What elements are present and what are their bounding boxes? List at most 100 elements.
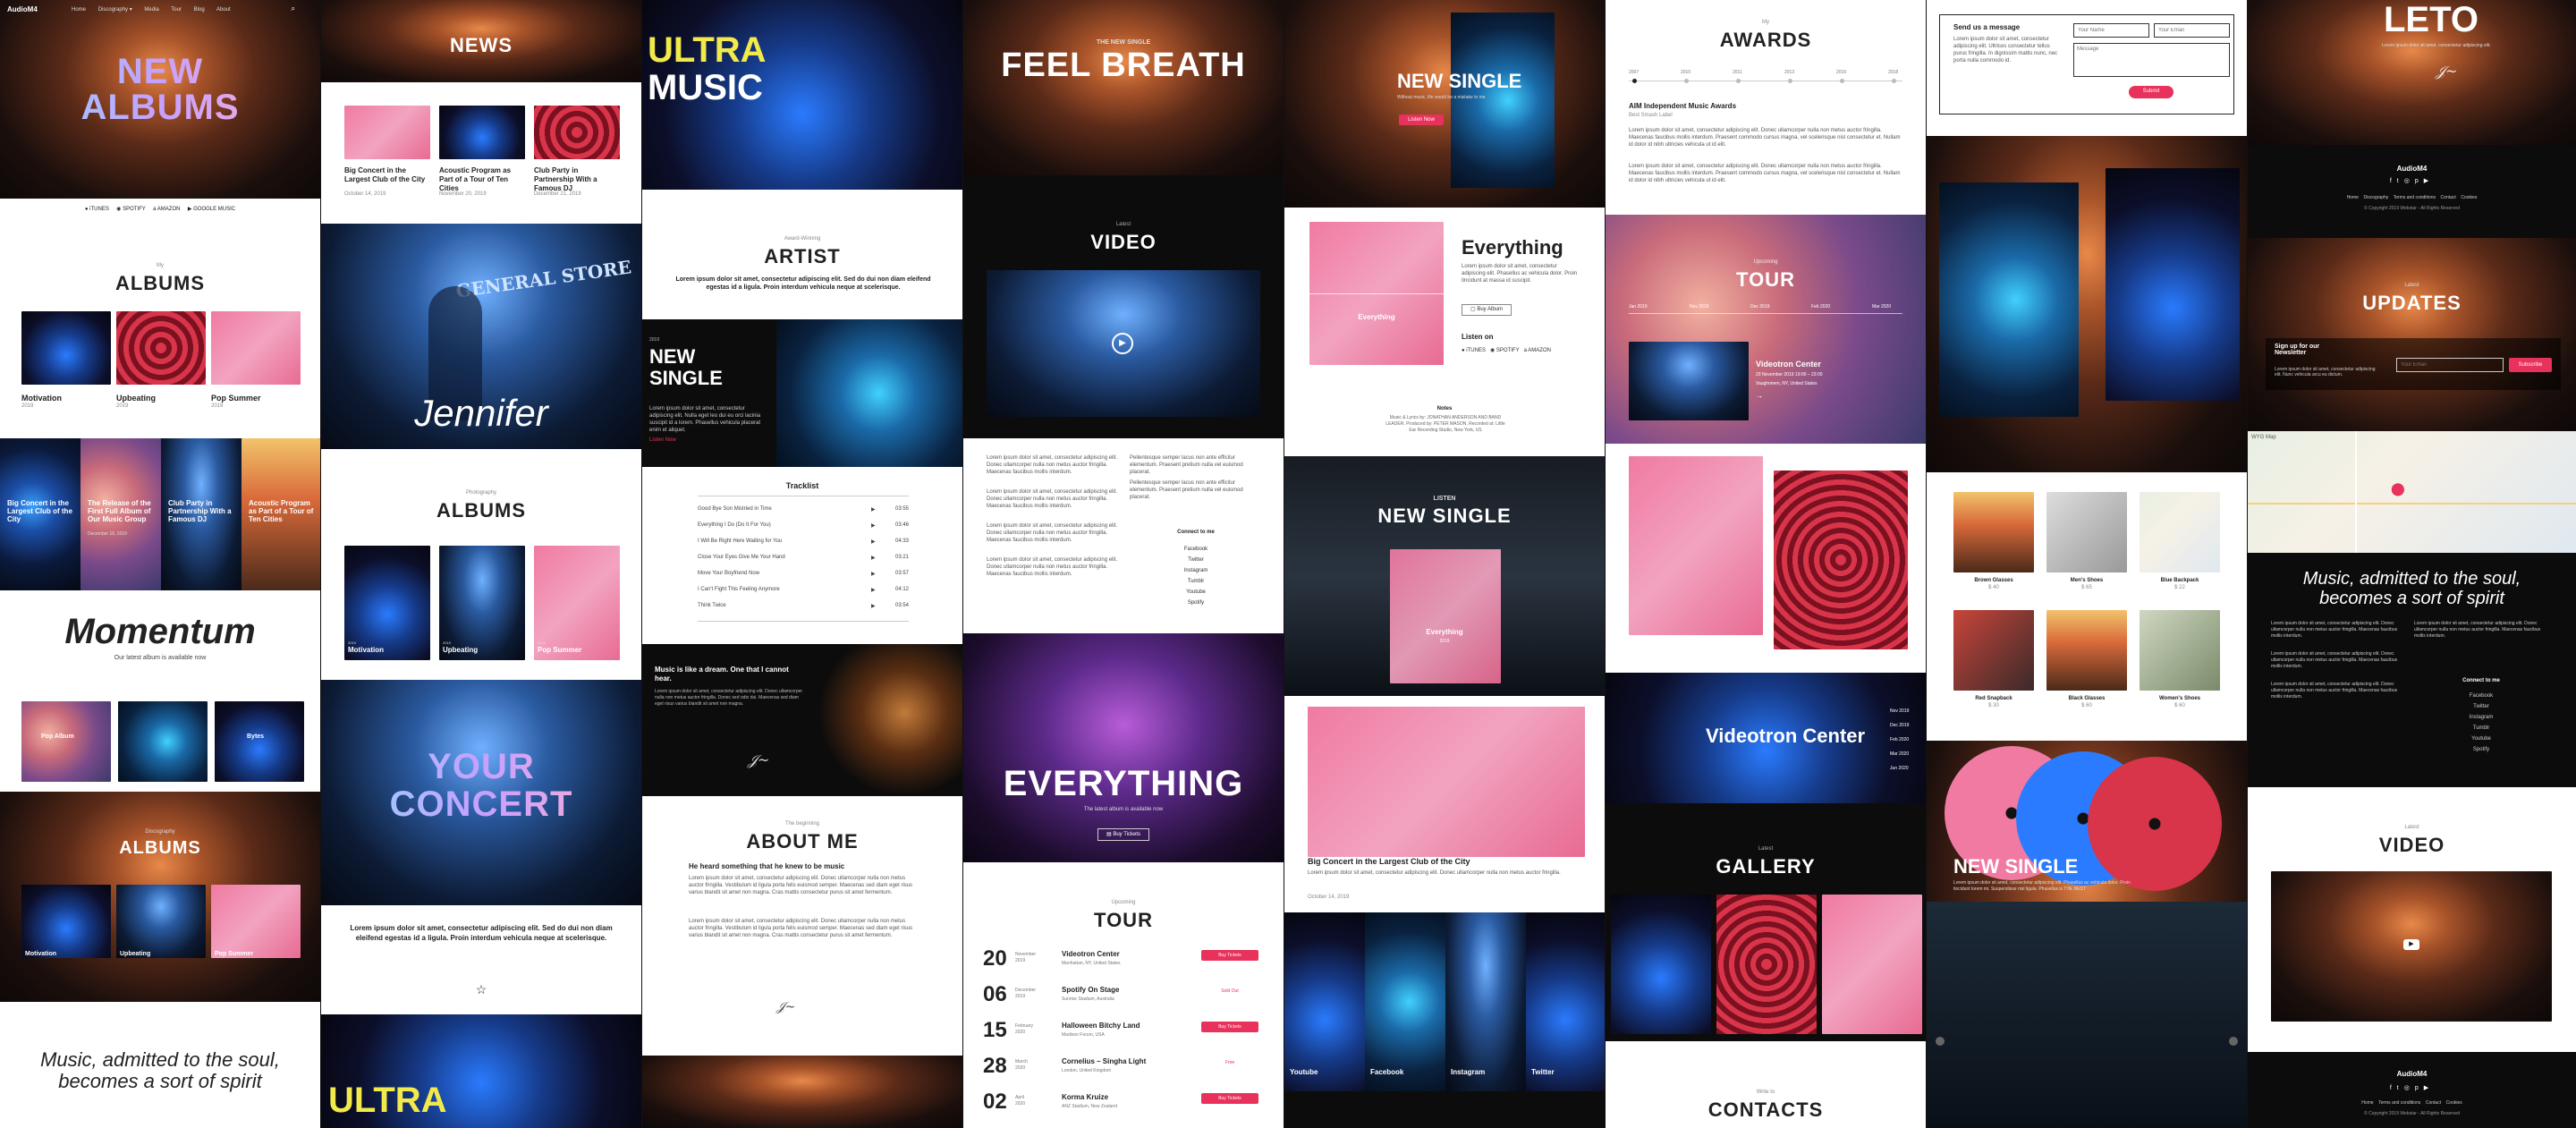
- tour-venue[interactable]: Halloween Bitchy Land: [1062, 1022, 1140, 1030]
- album-cover[interactable]: [21, 311, 111, 385]
- play-icon[interactable]: ▶: [871, 522, 876, 529]
- album-cover[interactable]: [116, 885, 206, 958]
- email-field[interactable]: [2154, 23, 2230, 38]
- tour-venue[interactable]: Korma Kruize: [1062, 1093, 1108, 1101]
- blog-title[interactable]: Big Concert in the Largest Club of the C…: [1308, 857, 1470, 866]
- timeline-year[interactable]: 2010: [1681, 70, 1690, 75]
- side-date[interactable]: Nov 2019: [1890, 708, 1909, 714]
- track-row[interactable]: Move Your Boyfriend Now ▶ 03:57: [698, 571, 909, 577]
- tour-venue[interactable]: Spotify On Stage: [1062, 986, 1119, 994]
- social-instagram[interactable]: Instagram: [1451, 1068, 1485, 1076]
- nav-about[interactable]: About: [216, 7, 231, 13]
- side-date[interactable]: Jun 2020: [1890, 766, 1909, 771]
- store-google[interactable]: GOOGLE MUSIC: [193, 207, 235, 212]
- track-row[interactable]: Think Twice ▶ 03:54: [698, 603, 909, 609]
- album-cover[interactable]: [344, 546, 430, 660]
- timeline-date[interactable]: Nov 2019: [1690, 304, 1708, 310]
- youtube-play-icon[interactable]: ▶: [2403, 939, 2419, 950]
- nav-tour[interactable]: Tour: [171, 7, 182, 13]
- album-cover[interactable]: [118, 701, 208, 782]
- track-row[interactable]: I Can't Fight This Feeling Anymore ▶ 04:12: [698, 587, 909, 593]
- news-image[interactable]: [344, 106, 430, 159]
- timeline-year[interactable]: 2011: [1733, 70, 1742, 75]
- timeline-dot[interactable]: [1840, 79, 1844, 83]
- tour-venue[interactable]: Cornelius – Singha Light: [1062, 1057, 1146, 1065]
- news-card-title[interactable]: Club Party in Partnership With a Famous …: [168, 499, 238, 523]
- link-spotify[interactable]: Spotify: [2414, 744, 2548, 755]
- link-instagram[interactable]: Instagram: [1130, 565, 1262, 576]
- message-field[interactable]: [2073, 43, 2230, 77]
- footer-link[interactable]: Terms and conditions: [2378, 1100, 2420, 1106]
- youtube-icon[interactable]: ▶: [2424, 178, 2434, 184]
- name-field[interactable]: [2073, 23, 2149, 38]
- slider-prev-dot[interactable]: [1936, 1037, 1945, 1046]
- product-image[interactable]: [2046, 610, 2127, 691]
- social-tile[interactable]: [1445, 912, 1526, 1091]
- news-image[interactable]: [439, 106, 525, 159]
- link-twitter[interactable]: Twitter: [1130, 555, 1262, 565]
- news-card-title[interactable]: The Release of the First Full Album of O…: [88, 499, 157, 523]
- product-image[interactable]: [1953, 492, 2034, 572]
- album-name[interactable]: Motivation: [348, 646, 384, 654]
- timeline-dot[interactable]: [1736, 79, 1741, 83]
- side-date[interactable]: Mar 2020: [1890, 751, 1909, 757]
- photo[interactable]: [1774, 471, 1908, 649]
- search-icon[interactable]: ⌕: [292, 4, 295, 13]
- facebook-icon[interactable]: f: [2390, 178, 2397, 184]
- photo[interactable]: [1939, 182, 2079, 417]
- footer-link[interactable]: Home: [2361, 1100, 2373, 1106]
- instagram-icon[interactable]: ◎: [2404, 1085, 2415, 1091]
- product-name[interactable]: Brown Glasses: [1953, 578, 2034, 583]
- photo[interactable]: [1629, 456, 1763, 635]
- social-facebook[interactable]: Facebook: [1370, 1068, 1403, 1076]
- timeline-dot[interactable]: [1632, 79, 1637, 83]
- twitter-icon[interactable]: t: [2397, 1085, 2404, 1091]
- side-date[interactable]: Feb 2020: [1890, 737, 1909, 742]
- link-facebook[interactable]: Facebook: [2414, 691, 2548, 701]
- album-cover[interactable]: [21, 885, 111, 958]
- product-name[interactable]: Men's Shoes: [2046, 578, 2127, 583]
- store-amazon[interactable]: AMAZON: [1528, 348, 1551, 353]
- timeline-dot[interactable]: [1788, 79, 1792, 83]
- footer-link[interactable]: Cookies: [2461, 195, 2477, 200]
- link-instagram[interactable]: Instagram: [2414, 712, 2548, 723]
- album-name[interactable]: Motivation: [21, 394, 62, 403]
- link-youtube[interactable]: Youtube: [1130, 587, 1262, 598]
- social-tile[interactable]: [1526, 912, 1605, 1091]
- footer-link[interactable]: Contact: [2441, 195, 2456, 200]
- footer-link[interactable]: Terms and conditions: [2394, 195, 2436, 200]
- footer-link[interactable]: Cookies: [2446, 1100, 2462, 1106]
- link-youtube[interactable]: Youtube: [2414, 734, 2548, 744]
- social-tile[interactable]: [1365, 912, 1445, 1091]
- timeline-dot[interactable]: [1684, 79, 1689, 83]
- map-pin-icon[interactable]: ⬤: [2391, 481, 2405, 496]
- album-name[interactable]: Upbeating: [120, 951, 150, 957]
- play-icon[interactable]: ▶: [1112, 333, 1133, 354]
- product-name[interactable]: Black Glasses: [2046, 696, 2127, 701]
- footer-link[interactable]: Discography: [2363, 195, 2388, 200]
- tour-venue[interactable]: Videotron Center: [1062, 950, 1120, 958]
- timeline-dot[interactable]: [1892, 79, 1896, 83]
- tour-action-button[interactable]: Buy Tickets: [1201, 1093, 1258, 1104]
- subscribe-button[interactable]: Subscribe: [2509, 358, 2552, 372]
- pinterest-icon[interactable]: p: [2415, 178, 2424, 184]
- store-spotify[interactable]: SPOTIFY: [123, 207, 146, 212]
- timeline-date[interactable]: Feb 2020: [1811, 304, 1830, 310]
- social-youtube[interactable]: Youtube: [1290, 1068, 1318, 1076]
- gallery-photo[interactable]: [1822, 895, 1922, 1034]
- timeline-date[interactable]: Jan 2019: [1629, 304, 1648, 310]
- instagram-icon[interactable]: ◎: [2404, 178, 2415, 184]
- album-name[interactable]: Pop Summer: [538, 646, 581, 654]
- timeline-year[interactable]: 2007: [1629, 70, 1639, 75]
- arrow-right-icon[interactable]: →: [1756, 392, 1763, 400]
- blog-image[interactable]: [1308, 707, 1585, 857]
- link-spotify[interactable]: Spotify: [1130, 598, 1262, 608]
- tour-action-button[interactable]: Buy Tickets: [1201, 950, 1258, 961]
- track-row[interactable]: Good Bye Son Mistried in Time ▶ 03:55: [698, 506, 909, 513]
- news-title[interactable]: Big Concert in the Largest Club of the C…: [344, 166, 430, 184]
- news-card-title[interactable]: Big Concert in the Largest Club of the C…: [7, 499, 77, 523]
- photo[interactable]: [2106, 168, 2240, 401]
- play-icon[interactable]: ▶: [871, 539, 876, 545]
- album-name[interactable]: Pop Summer: [211, 394, 261, 403]
- store-spotify[interactable]: SPOTIFY: [1496, 348, 1520, 353]
